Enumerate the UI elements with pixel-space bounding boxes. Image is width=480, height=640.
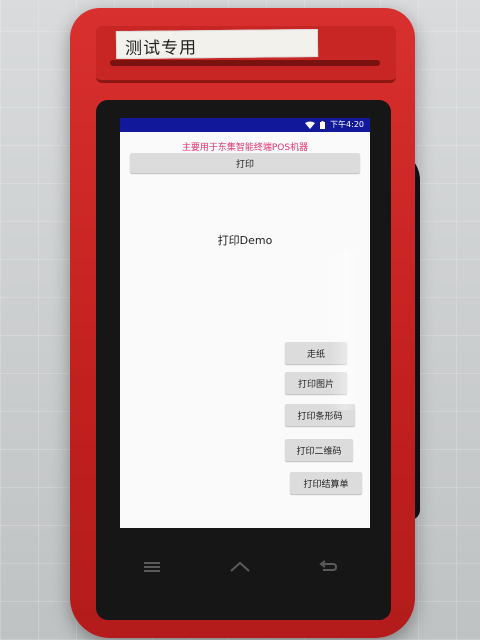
- navigation-bar: [140, 552, 340, 582]
- paper-slot: [110, 60, 380, 66]
- feed-paper-button[interactable]: 走纸: [285, 342, 347, 364]
- print-button[interactable]: 打印: [130, 153, 360, 173]
- status-bar: 下午4:20: [120, 118, 370, 132]
- print-qrcode-button[interactable]: 打印二维码: [285, 439, 353, 461]
- demo-title: 打印Demo: [217, 234, 273, 247]
- back-icon[interactable]: [316, 559, 340, 575]
- wifi-icon: [305, 121, 316, 129]
- print-barcode-button[interactable]: 打印条形码: [285, 404, 355, 426]
- print-image-button[interactable]: 打印图片: [285, 372, 347, 394]
- battery-icon: [320, 120, 326, 129]
- home-icon[interactable]: [228, 559, 252, 575]
- app-subtitle: 主要用于东集智能终端POS机器: [181, 143, 309, 153]
- sticker-text: 测试专用: [124, 38, 198, 59]
- test-sticker: 测试专用: [115, 28, 319, 60]
- status-time: 下午4:20: [330, 120, 364, 129]
- device-screen: 下午4:20 主要用于东集智能终端POS机器 打印 打印Demo 走纸 打印图片…: [120, 118, 370, 528]
- print-receipt-button[interactable]: 打印结算单: [290, 472, 362, 494]
- menu-icon[interactable]: [140, 559, 164, 575]
